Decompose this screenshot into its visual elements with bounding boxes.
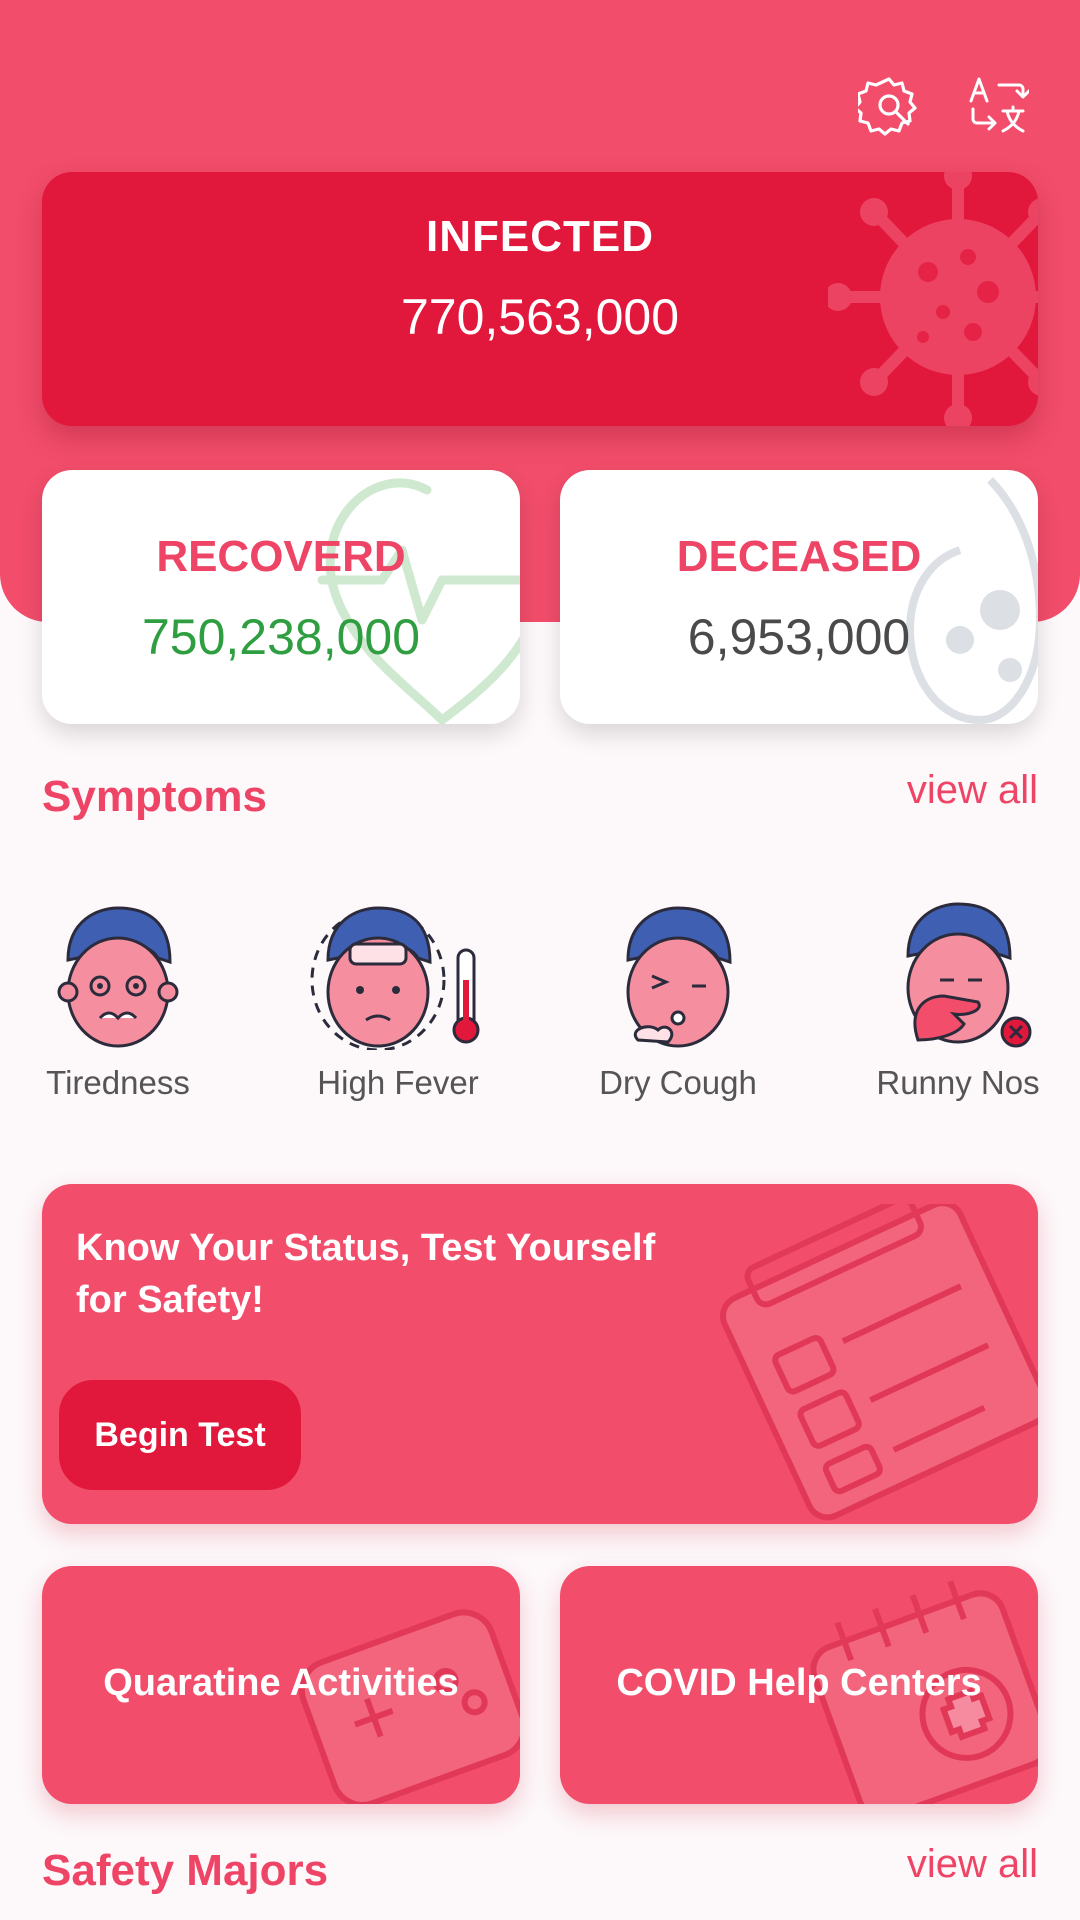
- symptom-item-runny-nose[interactable]: Runny Nos: [848, 900, 1068, 1102]
- infected-count: 770,563,000: [400, 289, 680, 345]
- symptom-label: Dry Cough: [599, 1064, 757, 1101]
- recovered-title: RECOVERD: [156, 532, 406, 581]
- symptoms-heading: Symptoms: [42, 772, 267, 821]
- symptom-item-high-fever[interactable]: High Fever: [288, 900, 508, 1102]
- skull-icon: [905, 477, 1038, 724]
- deceased-card: DECEASED 6,953,000: [560, 470, 1038, 724]
- symptom-item-dry-cough[interactable]: Dry Cough: [568, 900, 788, 1102]
- symptom-label: Runny Nos: [876, 1064, 1040, 1101]
- infected-title: INFECTED: [426, 212, 654, 261]
- runny-nose-face-icon: [906, 902, 1032, 1048]
- safety-view-all-link[interactable]: view all: [907, 1842, 1038, 1887]
- deceased-title: DECEASED: [676, 532, 922, 581]
- quarantine-activities-label: Quaratine Activities: [103, 1662, 459, 1704]
- safety-majors-heading: Safety Majors: [42, 1846, 329, 1895]
- infected-card: INFECTED 770,563,000: [42, 172, 1038, 426]
- covid-help-centers-label: COVID Help Centers: [616, 1662, 982, 1704]
- settings-icon[interactable]: [854, 70, 924, 140]
- top-toolbar: [854, 70, 1032, 140]
- quarantine-activities-card[interactable]: Quaratine Activities: [42, 1566, 520, 1804]
- deceased-count: 6,953,000: [687, 609, 911, 665]
- symptoms-view-all-link[interactable]: view all: [907, 768, 1038, 813]
- fever-face-icon: [310, 906, 480, 1050]
- symptom-label: High Fever: [317, 1064, 479, 1101]
- cough-face-icon: [626, 906, 732, 1048]
- language-translate-icon[interactable]: [962, 70, 1032, 140]
- covid-help-centers-card[interactable]: COVID Help Centers: [560, 1566, 1038, 1804]
- test-banner: Know Your Status, Test Yourself for Safe…: [42, 1184, 1038, 1524]
- begin-test-button[interactable]: Begin Test: [59, 1380, 301, 1490]
- recovered-card: RECOVERD 750,238,000: [42, 470, 520, 724]
- banner-headline: Know Your Status, Test Yourself for Safe…: [76, 1227, 656, 1321]
- recovered-count: 750,238,000: [141, 609, 421, 665]
- heart-pulse-icon: [317, 478, 520, 724]
- symptom-item-tiredness[interactable]: Tiredness: [8, 900, 228, 1102]
- test-report-icon: [719, 1204, 1038, 1521]
- tiredness-face-icon: [57, 906, 179, 1048]
- symptom-label: Tiredness: [46, 1064, 190, 1101]
